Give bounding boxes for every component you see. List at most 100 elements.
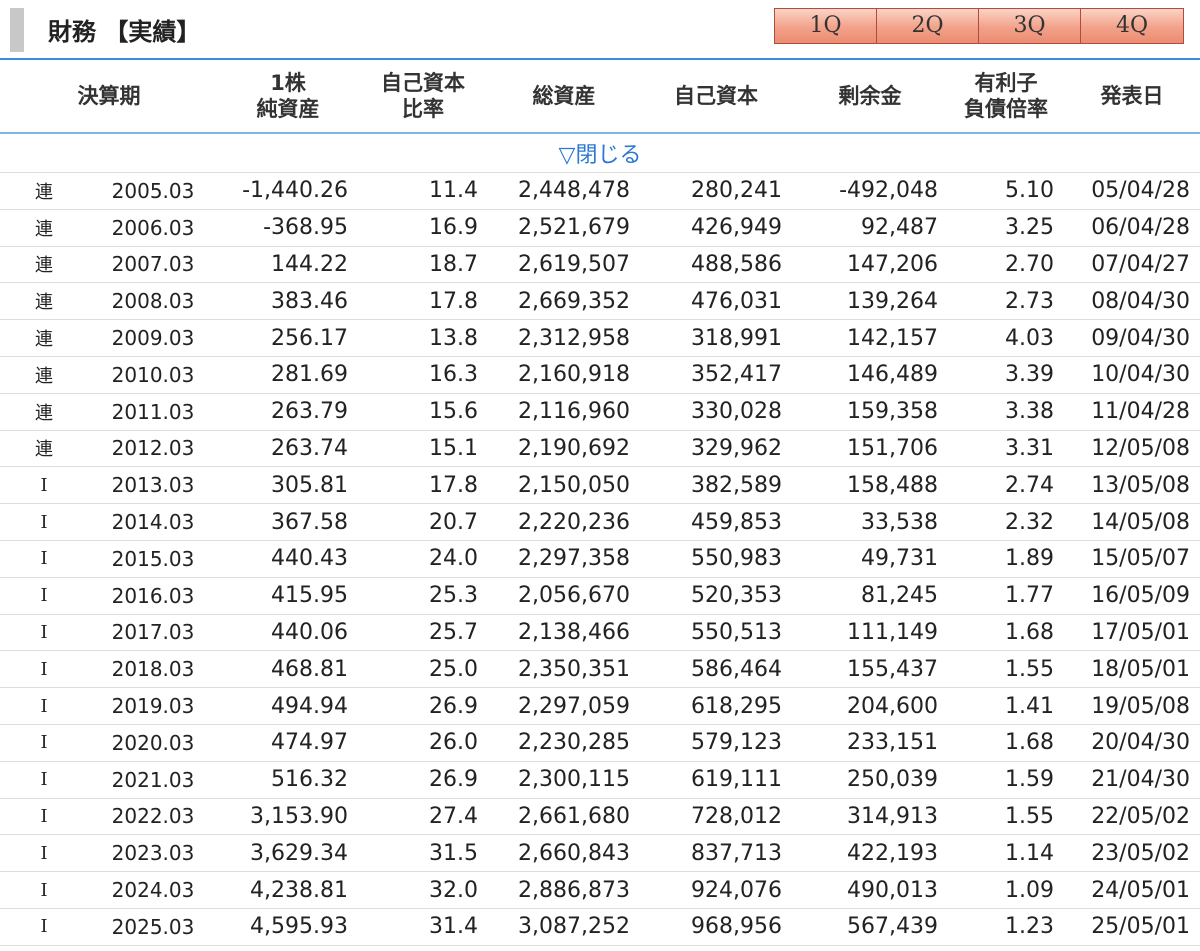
cell-equity: 550,513: [640, 614, 792, 652]
cell-type: I: [0, 834, 88, 873]
cell-total-assets: 2,297,358: [488, 540, 640, 578]
col-header-equity: 自己資本: [640, 60, 792, 134]
cell-type: I: [0, 687, 88, 725]
cell-period: 2012.03: [88, 430, 218, 468]
cell-period: 2016.03: [88, 577, 218, 615]
cell-retained-earnings: 33,538: [792, 503, 948, 541]
cell-type: I: [0, 466, 88, 505]
cell-de-ratio: 2.70: [948, 246, 1064, 284]
cell-equity-ratio: 17.8: [358, 466, 488, 505]
financials-table: 決算期 1株 純資産 自己資本 比率 総資産 自己資本 剰余金 有利子 負債倍率 発表…: [0, 60, 1200, 946]
cell-bps: 4,238.81: [218, 871, 358, 909]
cell-bps: 440.06: [218, 614, 358, 652]
cell-period: 2022.03: [88, 798, 218, 836]
cell-announce-date: 10/04/30: [1064, 356, 1200, 394]
cell-announce-date: 14/05/08: [1064, 503, 1200, 541]
cell-de-ratio: 1.14: [948, 834, 1064, 873]
cell-equity: 550,983: [640, 540, 792, 578]
cell-period: 2019.03: [88, 687, 218, 725]
cell-announce-date: 12/05/08: [1064, 430, 1200, 468]
cell-equity-ratio: 27.4: [358, 798, 488, 836]
cell-retained-earnings: -492,048: [792, 172, 948, 210]
cell-retained-earnings: 204,600: [792, 687, 948, 725]
cell-equity-ratio: 13.8: [358, 319, 488, 357]
cell-retained-earnings: 81,245: [792, 577, 948, 615]
cell-total-assets: 2,886,873: [488, 871, 640, 909]
cell-equity-ratio: 18.7: [358, 246, 488, 284]
cell-equity: 618,295: [640, 687, 792, 725]
cell-retained-earnings: 147,206: [792, 246, 948, 284]
cell-de-ratio: 3.39: [948, 356, 1064, 394]
cell-retained-earnings: 159,358: [792, 393, 948, 431]
cell-equity-ratio: 26.9: [358, 687, 488, 725]
cell-total-assets: 2,150,050: [488, 466, 640, 505]
cell-total-assets: 2,300,115: [488, 761, 640, 799]
tab-1q[interactable]: 1Q: [775, 9, 877, 43]
table-row: I 2019.03 494.94 26.9 2,297,059 618,295 204,60…: [0, 687, 1200, 725]
cell-period: 2005.03: [88, 172, 218, 210]
table-row: I 2017.03 440.06 25.7 2,138,466 550,513 111,14…: [0, 614, 1200, 652]
cell-equity: 837,713: [640, 834, 792, 873]
section-title: 財務 【実績】: [48, 18, 201, 46]
cell-equity: 924,076: [640, 871, 792, 909]
cell-retained-earnings: 250,039: [792, 761, 948, 799]
cell-announce-date: 25/05/01: [1064, 908, 1200, 946]
section-header: 財務 【実績】 1Q 2Q 3Q 4Q: [0, 0, 1200, 60]
cell-de-ratio: 2.74: [948, 466, 1064, 505]
cell-type: 連: [0, 430, 88, 468]
cell-announce-date: 20/04/30: [1064, 724, 1200, 762]
table-row: I 2016.03 415.95 25.3 2,056,670 520,353 81,245…: [0, 577, 1200, 615]
close-toggle-link[interactable]: ▽閉じる: [0, 133, 1200, 173]
table-header-row: 決算期 1株 純資産 自己資本 比率 総資産 自己資本 剰余金 有利子 負債倍率 発表…: [0, 60, 1200, 134]
table-row: 連 2005.03 -1,440.26 11.4 2,448,478 280,241 -49…: [0, 172, 1200, 210]
tab-2q[interactable]: 2Q: [877, 9, 979, 43]
cell-type: 連: [0, 319, 88, 357]
cell-equity-ratio: 25.3: [358, 577, 488, 615]
tab-4q[interactable]: 4Q: [1081, 9, 1183, 43]
cell-type: I: [0, 577, 88, 615]
table-row: 連 2008.03 383.46 17.8 2,669,352 476,031 139,26…: [0, 282, 1200, 321]
cell-equity-ratio: 31.4: [358, 908, 488, 946]
cell-total-assets: 2,297,059: [488, 687, 640, 725]
cell-equity: 382,589: [640, 466, 792, 505]
cell-equity: 728,012: [640, 798, 792, 836]
cell-total-assets: 2,220,236: [488, 503, 640, 541]
cell-period: 2010.03: [88, 356, 218, 394]
cell-period: 2006.03: [88, 209, 218, 247]
cell-retained-earnings: 49,731: [792, 540, 948, 578]
cell-type: 連: [0, 172, 88, 210]
cell-bps: 263.74: [218, 430, 358, 468]
quarter-tabs: 1Q 2Q 3Q 4Q: [774, 8, 1184, 44]
tab-3q[interactable]: 3Q: [979, 9, 1081, 43]
cell-total-assets: 2,619,507: [488, 246, 640, 284]
cell-de-ratio: 3.31: [948, 430, 1064, 468]
cell-period: 2009.03: [88, 319, 218, 357]
table-row: I 2024.03 4,238.81 32.0 2,886,873 924,076 490,…: [0, 871, 1200, 909]
cell-announce-date: 06/04/28: [1064, 209, 1200, 247]
cell-equity-ratio: 15.1: [358, 430, 488, 468]
cell-equity: 476,031: [640, 282, 792, 321]
cell-announce-date: 13/05/08: [1064, 466, 1200, 505]
cell-type: I: [0, 650, 88, 689]
cell-de-ratio: 1.89: [948, 540, 1064, 578]
col-header-bps: 1株 純資産: [218, 60, 358, 134]
cell-total-assets: 2,521,679: [488, 209, 640, 247]
cell-retained-earnings: 158,488: [792, 466, 948, 505]
cell-retained-earnings: 92,487: [792, 209, 948, 247]
table-row: 連 2006.03 -368.95 16.9 2,521,679 426,949 92,48…: [0, 209, 1200, 247]
cell-equity: 520,353: [640, 577, 792, 615]
table-row: I 2025.03 4,595.93 31.4 3,087,252 968,956 567,…: [0, 908, 1200, 946]
cell-period: 2020.03: [88, 724, 218, 762]
toggle-row: ▽閉じる: [0, 133, 1200, 173]
cell-bps: 305.81: [218, 466, 358, 505]
cell-de-ratio: 1.77: [948, 577, 1064, 615]
cell-announce-date: 21/04/30: [1064, 761, 1200, 799]
cell-bps: -368.95: [218, 209, 358, 247]
cell-type: I: [0, 871, 88, 909]
cell-equity: 280,241: [640, 172, 792, 210]
cell-type: I: [0, 503, 88, 541]
table-row: 連 2012.03 263.74 15.1 2,190,692 329,962 151,70…: [0, 430, 1200, 468]
cell-period: 2017.03: [88, 614, 218, 652]
cell-type: I: [0, 761, 88, 799]
table-row: I 2018.03 468.81 25.0 2,350,351 586,464 155,43…: [0, 650, 1200, 689]
